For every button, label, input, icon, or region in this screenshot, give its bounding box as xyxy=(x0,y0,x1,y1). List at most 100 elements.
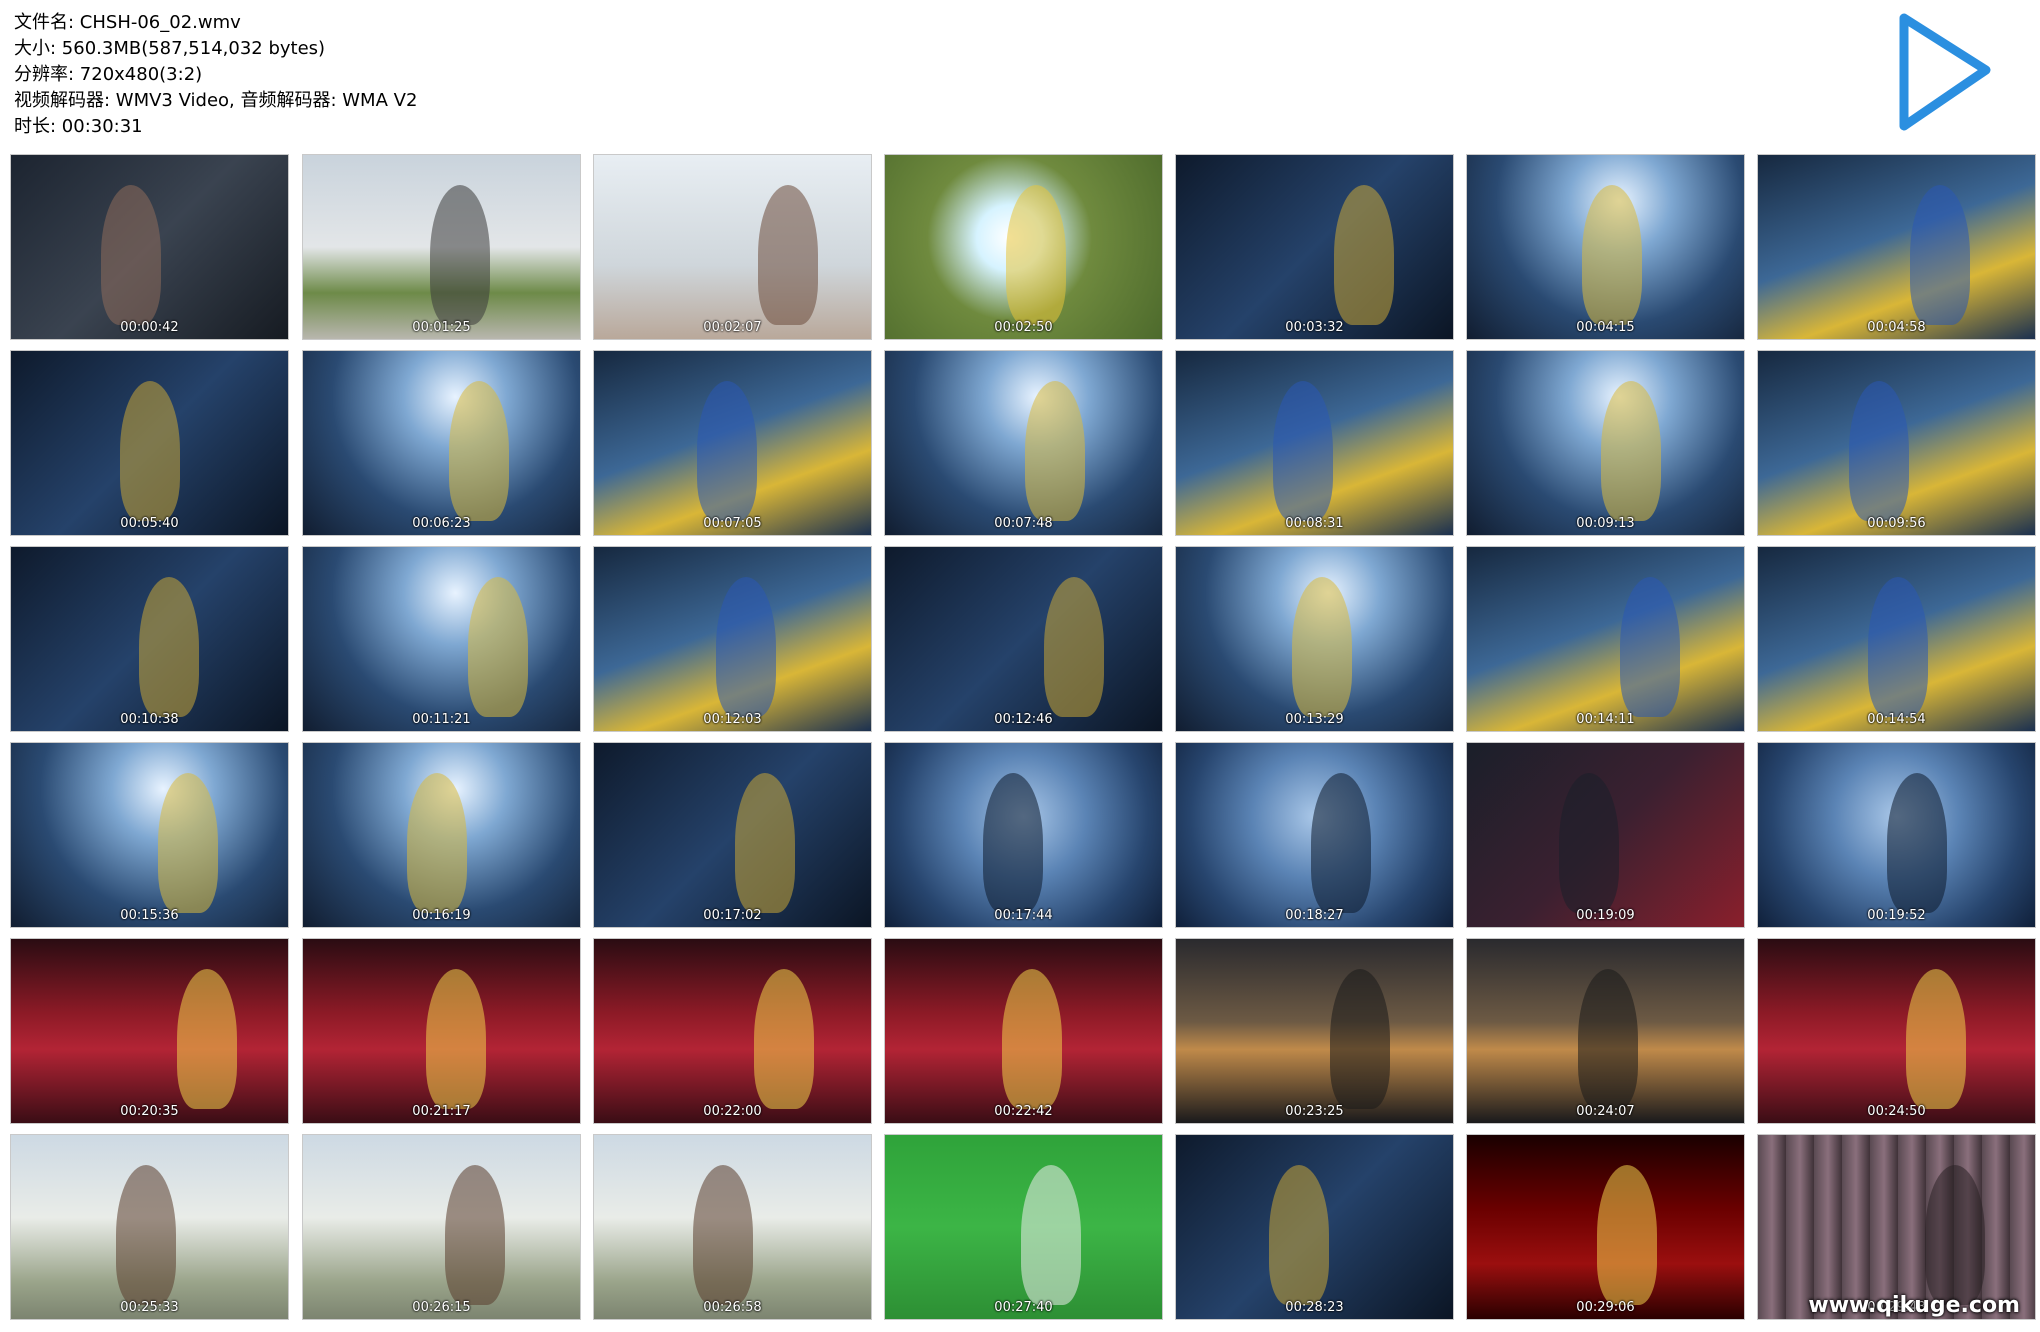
video-thumbnail[interactable]: 00:22:00 xyxy=(593,938,872,1124)
video-thumbnail[interactable]: 00:13:29 xyxy=(1175,546,1454,732)
thumbnail-image xyxy=(885,351,1162,535)
video-thumbnail[interactable]: 00:07:05 xyxy=(593,350,872,536)
video-thumbnail[interactable]: 00:25:33 xyxy=(10,1134,289,1320)
thumbnail-timestamp: 00:24:07 xyxy=(1576,1104,1635,1119)
thumbnail-figure xyxy=(758,185,818,325)
video-thumbnail[interactable]: 00:01:25 xyxy=(302,154,581,340)
video-thumbnail[interactable]: 00:04:58 xyxy=(1757,154,2036,340)
thumbnail-timestamp: 00:22:42 xyxy=(994,1104,1053,1119)
thumbnail-timestamp: 00:14:11 xyxy=(1576,712,1635,727)
thumbnail-timestamp: 00:11:21 xyxy=(412,712,471,727)
thumbnail-figure xyxy=(1269,1165,1329,1305)
video-thumbnail[interactable]: 00:26:15 xyxy=(302,1134,581,1320)
play-icon[interactable] xyxy=(1890,8,2000,138)
thumbnail-image xyxy=(11,939,288,1123)
video-thumbnail[interactable]: 00:14:54 xyxy=(1757,546,2036,732)
video-thumbnail[interactable]: 00:16:19 xyxy=(302,742,581,928)
resolution-text: 分辨率: 720x480(3:2) xyxy=(14,64,203,85)
thumbnail-figure xyxy=(1330,969,1390,1109)
thumbnail-image xyxy=(885,547,1162,731)
video-thumbnail[interactable]: 00:26:58 xyxy=(593,1134,872,1320)
thumbnail-figure xyxy=(1578,969,1638,1109)
video-thumbnail[interactable]: 00:28:23 xyxy=(1175,1134,1454,1320)
video-thumbnail[interactable]: 00:12:46 xyxy=(884,546,1163,732)
thumbnail-timestamp: 00:27:40 xyxy=(994,1300,1053,1315)
thumbnail-timestamp: 00:02:50 xyxy=(994,320,1053,335)
video-thumbnail[interactable]: 00:29:06 xyxy=(1466,1134,1745,1320)
thumbnail-timestamp: 00:19:09 xyxy=(1576,908,1635,923)
thumbnail-timestamp: 00:18:27 xyxy=(1285,908,1344,923)
video-thumbnail[interactable]: 00:05:40 xyxy=(10,350,289,536)
thumbnail-timestamp: 00:12:46 xyxy=(994,712,1053,727)
thumbnail-figure xyxy=(1849,381,1909,521)
thumbnail-figure xyxy=(407,773,467,913)
thumbnail-timestamp: 00:14:54 xyxy=(1867,712,1926,727)
thumbnail-image xyxy=(1758,155,2035,339)
thumbnail-figure xyxy=(1906,969,1966,1109)
video-thumbnail[interactable]: 00:00:42 xyxy=(10,154,289,340)
video-thumbnail[interactable]: 00:07:48 xyxy=(884,350,1163,536)
video-thumbnail[interactable]: 00:19:52 xyxy=(1757,742,2036,928)
video-thumbnail[interactable]: 00:15:36 xyxy=(10,742,289,928)
video-thumbnail[interactable]: 00:11:21 xyxy=(302,546,581,732)
thumbnail-figure xyxy=(1021,1165,1081,1305)
thumbnail-figure xyxy=(1292,577,1352,717)
video-thumbnail[interactable]: 00:19:09 xyxy=(1466,742,1745,928)
video-thumbnail[interactable]: 00:17:02 xyxy=(593,742,872,928)
thumbnail-timestamp: 00:12:03 xyxy=(703,712,762,727)
thumbnail-figure xyxy=(468,577,528,717)
thumbnail-figure xyxy=(158,773,218,913)
thumbnail-figure xyxy=(177,969,237,1109)
thumbnail-timestamp: 00:03:32 xyxy=(1285,320,1344,335)
thumbnail-timestamp: 00:00:42 xyxy=(120,320,179,335)
thumbnail-figure xyxy=(1868,577,1928,717)
thumbnail-figure xyxy=(1311,773,1371,913)
file-info-panel: 文件名: CHSH-06_02.wmv 大小: 560.3MB(587,514,… xyxy=(14,10,417,140)
thumbnail-figure xyxy=(430,185,490,325)
video-thumbnail[interactable]: 00:02:07 xyxy=(593,154,872,340)
thumbnail-timestamp: 00:13:29 xyxy=(1285,712,1344,727)
video-thumbnail[interactable]: 00:21:17 xyxy=(302,938,581,1124)
thumbnail-timestamp: 00:16:19 xyxy=(412,908,471,923)
video-thumbnail[interactable]: 00:27:40 xyxy=(884,1134,1163,1320)
video-thumbnail[interactable]: 00:12:03 xyxy=(593,546,872,732)
video-thumbnail[interactable]: 00:03:32 xyxy=(1175,154,1454,340)
thumbnail-figure xyxy=(716,577,776,717)
thumbnail-timestamp: 00:09:13 xyxy=(1576,516,1635,531)
video-thumbnail[interactable]: 00:24:07 xyxy=(1466,938,1745,1124)
video-thumbnail[interactable]: 00:09:13 xyxy=(1466,350,1745,536)
thumbnail-timestamp: 00:20:35 xyxy=(120,1104,179,1119)
video-thumbnail[interactable]: 00:09:56 xyxy=(1757,350,2036,536)
thumbnail-timestamp: 00:24:50 xyxy=(1867,1104,1926,1119)
video-thumbnail[interactable]: 00:23:25 xyxy=(1175,938,1454,1124)
thumbnail-figure xyxy=(1002,969,1062,1109)
thumbnail-image xyxy=(594,939,871,1123)
thumbnail-image xyxy=(1758,939,2035,1123)
thumbnail-figure xyxy=(1025,381,1085,521)
video-thumbnail[interactable]: 00:17:44 xyxy=(884,742,1163,928)
thumbnail-figure xyxy=(754,969,814,1109)
thumbnail-image xyxy=(594,155,871,339)
thumbnail-timestamp: 00:19:52 xyxy=(1867,908,1926,923)
thumbnail-image xyxy=(303,351,580,535)
thumbnail-figure xyxy=(983,773,1043,913)
thumbnail-timestamp: 00:21:17 xyxy=(412,1104,471,1119)
video-thumbnail[interactable]: 00:06:23 xyxy=(302,350,581,536)
codec-text: 视频解码器: WMV3 Video, 音频解码器: WMA V2 xyxy=(14,90,418,111)
thumbnail-timestamp: 00:25:33 xyxy=(120,1300,179,1315)
video-thumbnail[interactable]: 00:10:38 xyxy=(10,546,289,732)
thumbnail-timestamp: 00:04:15 xyxy=(1576,320,1635,335)
video-thumbnail[interactable]: 00:24:50 xyxy=(1757,938,2036,1124)
thumbnail-image xyxy=(303,1135,580,1319)
video-thumbnail[interactable]: 00:08:31 xyxy=(1175,350,1454,536)
thumbnail-figure xyxy=(426,969,486,1109)
video-thumbnail[interactable]: 00:20:35 xyxy=(10,938,289,1124)
thumbnail-timestamp: 00:17:02 xyxy=(703,908,762,923)
video-thumbnail[interactable]: 00:14:11 xyxy=(1466,546,1745,732)
video-thumbnail[interactable]: 00:22:42 xyxy=(884,938,1163,1124)
thumbnail-image xyxy=(11,743,288,927)
video-thumbnail[interactable]: 00:18:27 xyxy=(1175,742,1454,928)
video-thumbnail[interactable]: 00:04:15 xyxy=(1466,154,1745,340)
thumbnail-figure xyxy=(735,773,795,913)
video-thumbnail[interactable]: 00:02:50 xyxy=(884,154,1163,340)
